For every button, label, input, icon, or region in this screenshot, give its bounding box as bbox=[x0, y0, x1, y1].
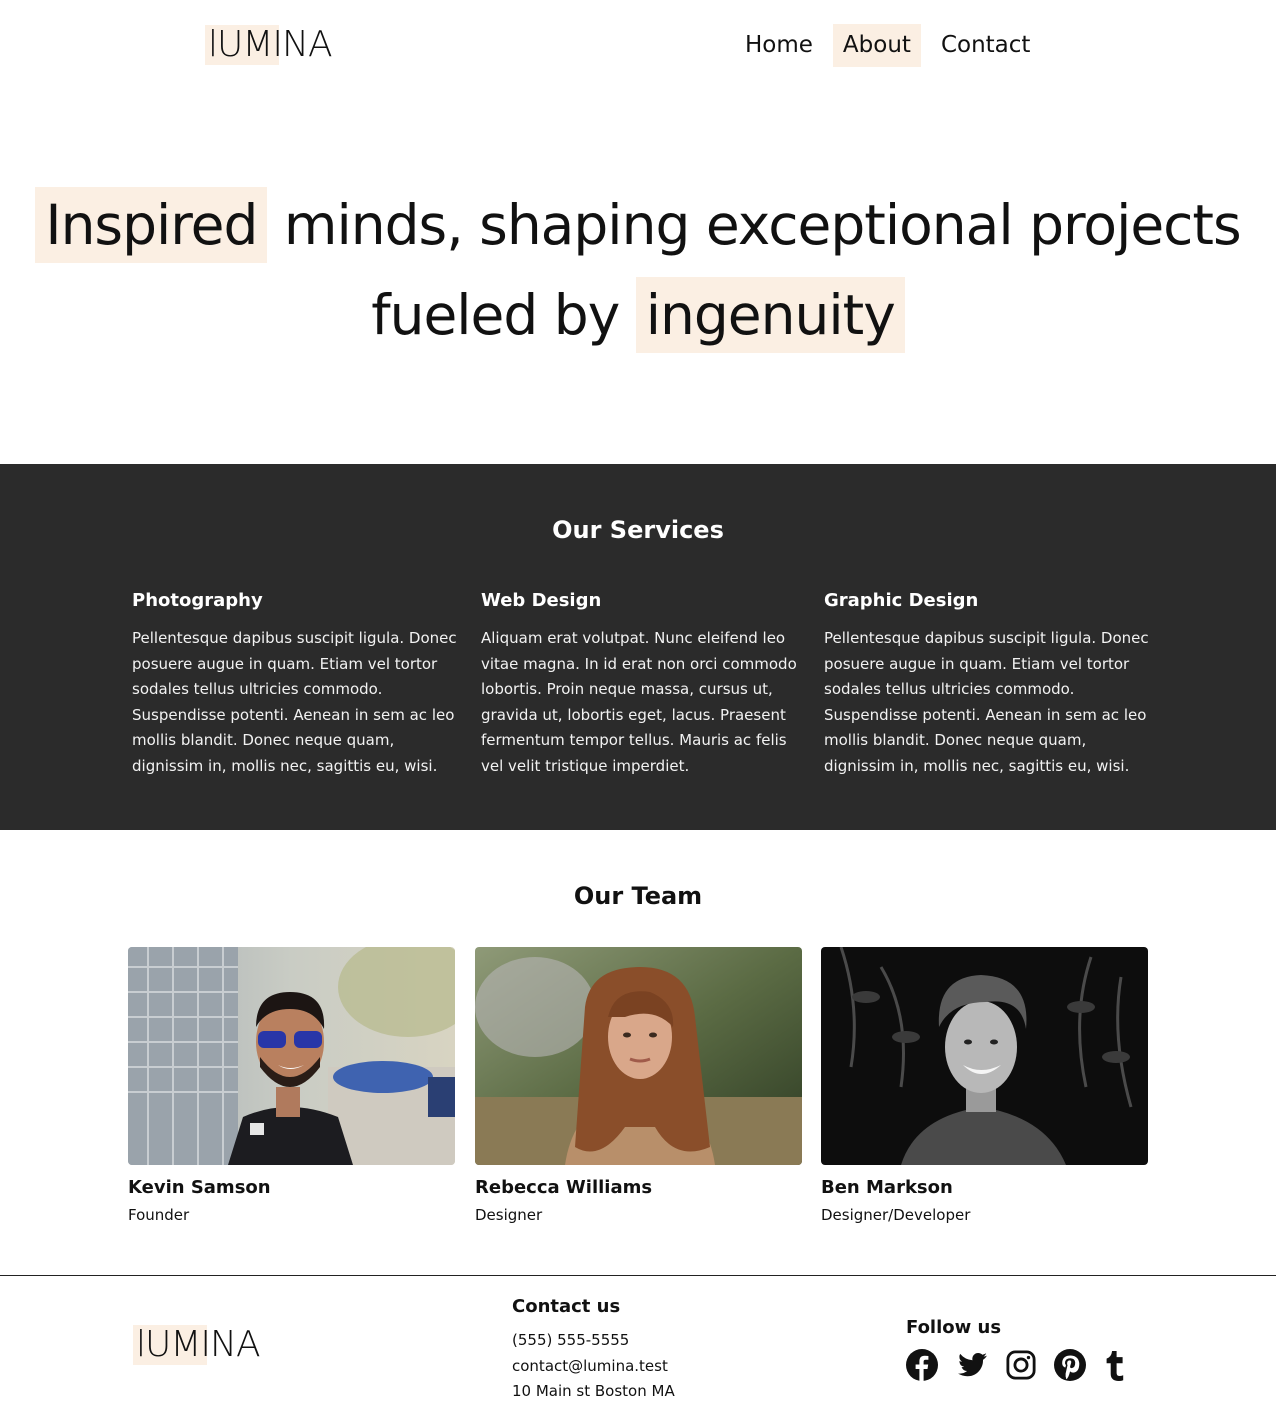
team-photo-ben bbox=[821, 947, 1148, 1165]
hero: Inspired minds, shaping exceptional proj… bbox=[0, 180, 1276, 360]
team-member-kevin: Kevin Samson Founder bbox=[128, 947, 455, 1225]
team-photo-rebecca bbox=[475, 947, 802, 1165]
nav-contact[interactable]: Contact bbox=[931, 24, 1040, 67]
member-role: Founder bbox=[128, 1206, 190, 1224]
service-title: Graphic Design bbox=[824, 590, 979, 611]
services-title: Our Services bbox=[552, 516, 724, 544]
main-nav: Home About Contact bbox=[735, 24, 1040, 67]
service-text: Pellentesque dapibus suscipit ligula. Do… bbox=[824, 629, 1149, 775]
footer-follow: Follow us bbox=[906, 1315, 1126, 1381]
instagram-icon[interactable] bbox=[1006, 1350, 1036, 1380]
contact-phone[interactable]: (555) 555-5555 bbox=[512, 1328, 675, 1354]
nav-about[interactable]: About bbox=[832, 24, 921, 67]
team-photo-kevin bbox=[128, 947, 455, 1165]
hero-highlight-ingenuity: ingenuity bbox=[635, 277, 905, 353]
service-photography: Photography Pellentesque dapibus suscipi… bbox=[132, 588, 457, 780]
service-graphic-design: Graphic Design Pellentesque dapibus susc… bbox=[824, 588, 1149, 780]
service-title: Web Design bbox=[481, 590, 602, 611]
hero-highlight-inspired: Inspired bbox=[35, 187, 268, 263]
nav-home[interactable]: Home bbox=[735, 24, 823, 67]
footer-logo[interactable]: lUMINA bbox=[133, 1324, 261, 1365]
member-name: Rebecca Williams bbox=[475, 1177, 653, 1198]
footer-divider bbox=[0, 1275, 1276, 1276]
services-section: Our Services Photography Pellentesque da… bbox=[0, 464, 1276, 830]
hero-text-1: minds, shaping exceptional projects bbox=[283, 193, 1242, 257]
tumblr-icon[interactable] bbox=[1104, 1349, 1126, 1381]
member-role: Designer bbox=[475, 1206, 543, 1224]
service-text: Aliquam erat volutpat. Nunc eleifend leo… bbox=[481, 629, 797, 775]
twitter-icon[interactable] bbox=[956, 1349, 988, 1381]
logo-text: lUMINA bbox=[208, 24, 333, 65]
pinterest-icon[interactable] bbox=[1054, 1349, 1086, 1381]
contact-email[interactable]: contact@lumina.test bbox=[512, 1354, 675, 1380]
contact-title: Contact us bbox=[512, 1296, 621, 1317]
team-member-rebecca: Rebecca Williams Designer bbox=[475, 947, 802, 1225]
follow-title: Follow us bbox=[906, 1317, 1002, 1338]
member-name: Kevin Samson bbox=[128, 1177, 271, 1198]
member-role: Designer/Developer bbox=[821, 1206, 971, 1224]
footer-contact: Contact us (555) 555-5555 contact@lumina… bbox=[512, 1294, 675, 1405]
service-text: Pellentesque dapibus suscipit ligula. Do… bbox=[132, 629, 457, 775]
logo-text: lUMINA bbox=[136, 1324, 261, 1365]
contact-address: 10 Main st Boston MA bbox=[512, 1382, 675, 1401]
hero-line-1: Inspired minds, shaping exceptional proj… bbox=[0, 180, 1276, 270]
facebook-icon[interactable] bbox=[906, 1349, 938, 1381]
team-member-ben: Ben Markson Designer/Developer bbox=[821, 947, 1148, 1225]
team-title: Our Team bbox=[573, 882, 703, 910]
service-web-design: Web Design Aliquam erat volutpat. Nunc e… bbox=[481, 588, 806, 780]
service-title: Photography bbox=[132, 590, 263, 611]
hero-line-2: fueled by ingenuity bbox=[0, 270, 1276, 360]
site-logo[interactable]: lUMINA bbox=[205, 24, 333, 65]
social-links bbox=[906, 1349, 1126, 1381]
hero-text-2: fueled by bbox=[371, 283, 620, 347]
member-name: Ben Markson bbox=[821, 1177, 953, 1198]
